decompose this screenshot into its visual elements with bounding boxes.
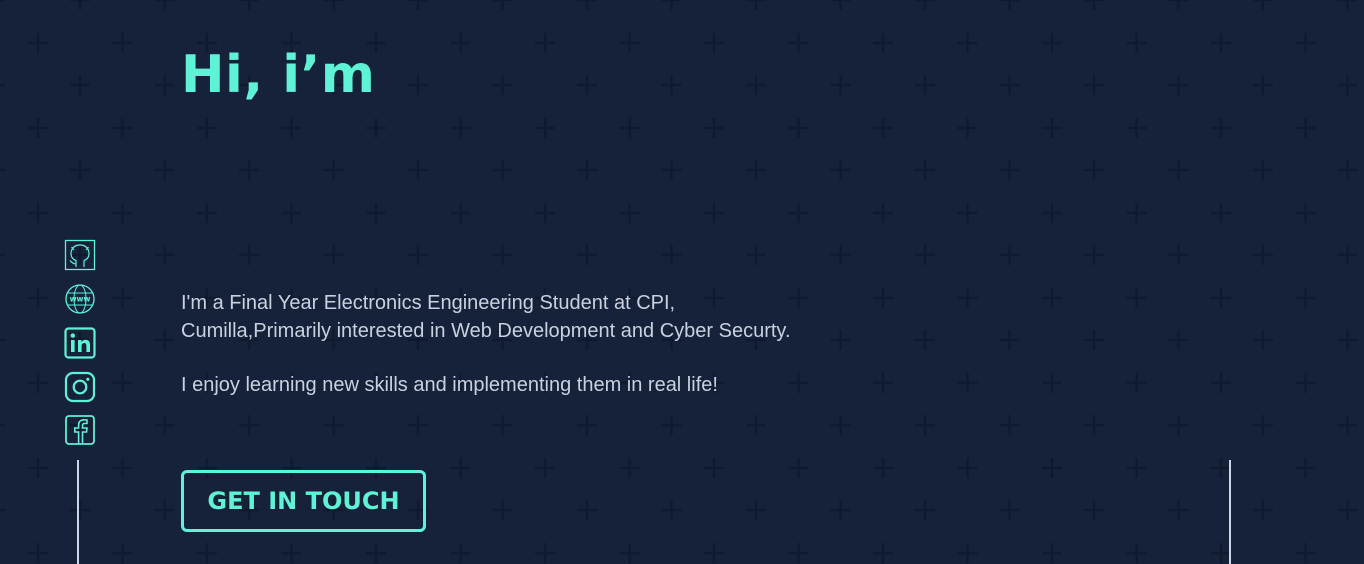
left-vertical-line [77,460,79,564]
get-in-touch-button[interactable]: GET IN TOUCH [181,470,426,532]
instagram-icon[interactable] [62,369,98,405]
github-icon[interactable] [62,238,98,274]
svg-text:www: www [70,294,91,303]
right-vertical-line [1229,460,1231,564]
bio-paragraph-1: I'm a Final Year Electronics Engineering… [181,292,791,342]
social-links: www [62,238,98,456]
website-icon[interactable]: www [62,282,98,318]
hero-title: Hi, i’m [181,45,376,105]
facebook-icon[interactable] [62,412,98,448]
linkedin-icon[interactable] [62,325,98,361]
bio-paragraph-2: I enjoy learning new skills and implemen… [181,374,718,396]
bio-text: I'm a Final Year Electronics Engineering… [181,290,821,400]
